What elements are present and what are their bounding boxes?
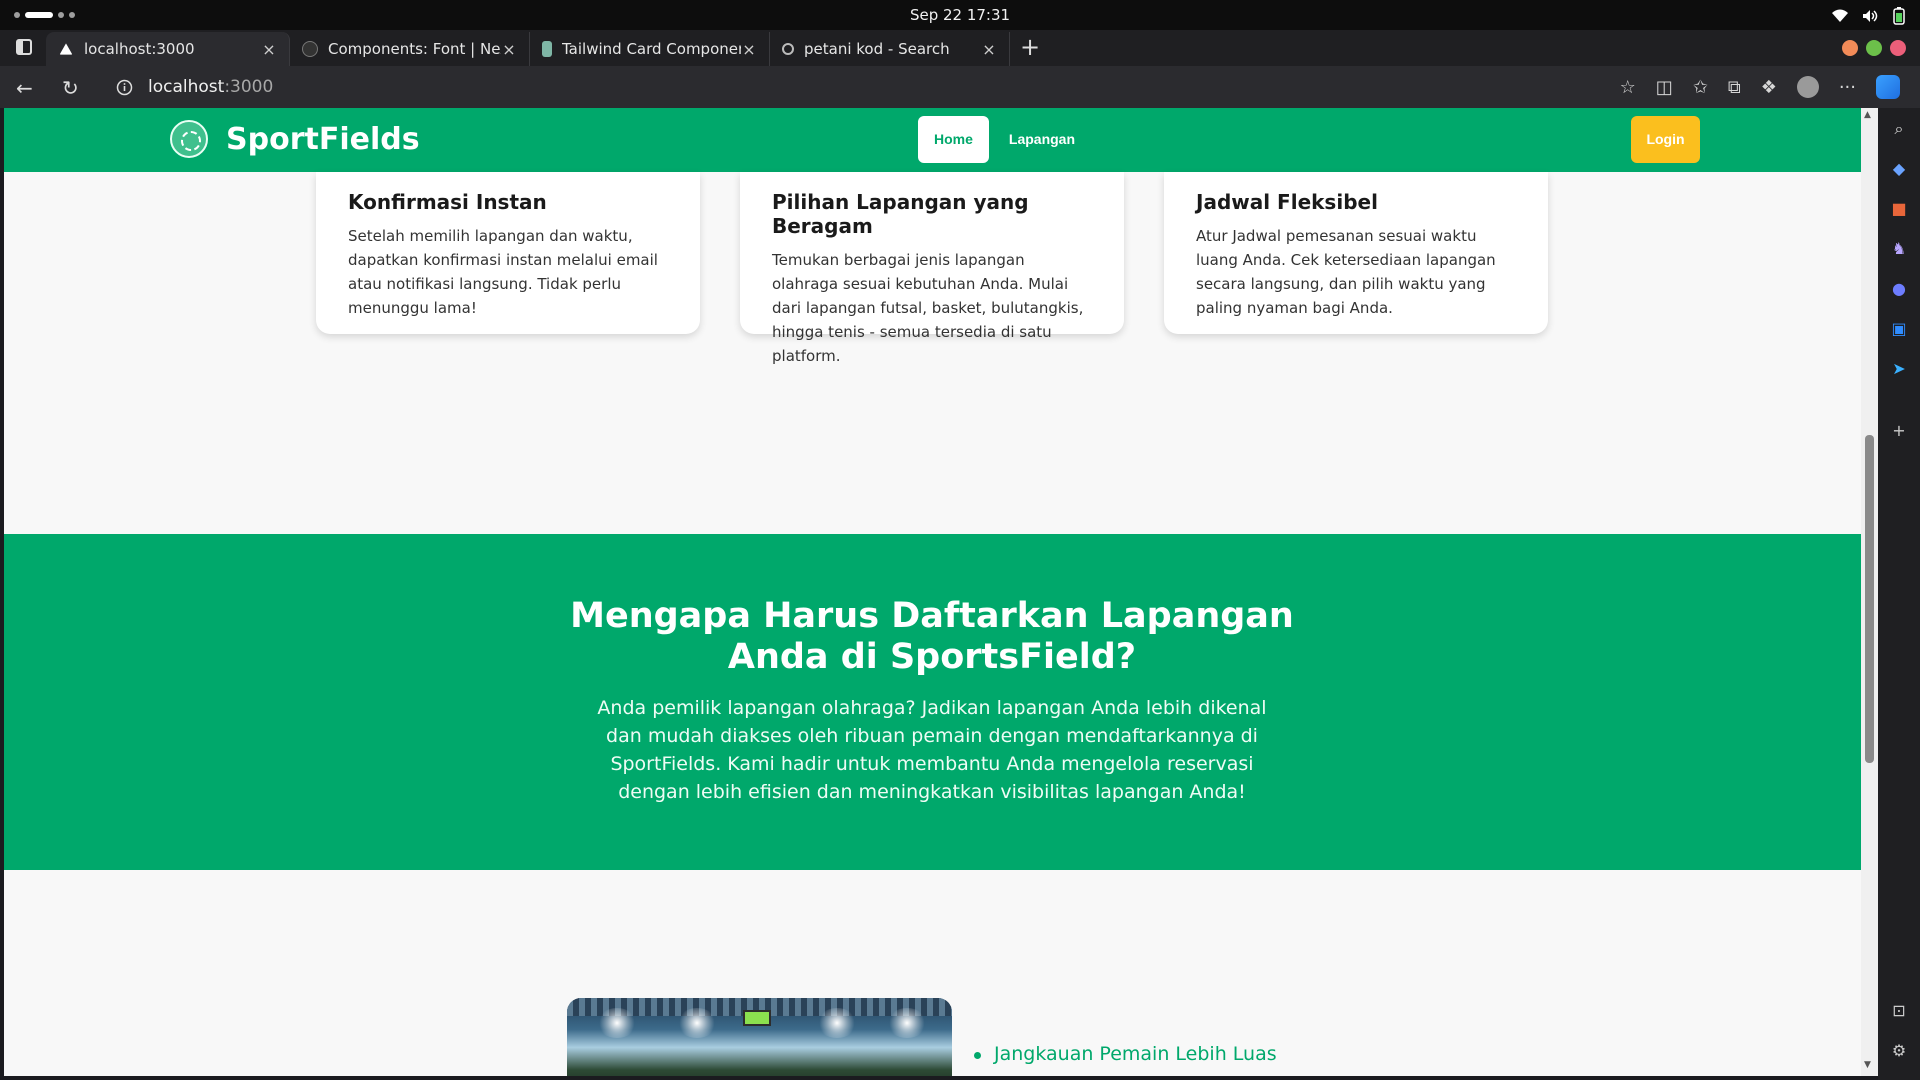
card-title: Konfirmasi Instan — [348, 190, 547, 214]
toolbox-icon[interactable]: ■ — [1888, 198, 1910, 220]
tab-title: petani kod - Search — [804, 40, 950, 58]
nav-link-home[interactable]: Home — [918, 116, 989, 163]
url-field[interactable]: localhost:3000 — [148, 77, 273, 97]
tailwind-favicon-icon — [542, 41, 552, 57]
page-viewport: SportFields Home Lapangan Login Konfirma… — [4, 108, 1861, 1076]
brand-name: SportFields — [226, 121, 420, 157]
section-title: Mengapa Harus Daftarkan Lapangan Anda di… — [570, 596, 1294, 677]
volume-icon — [1863, 10, 1878, 22]
wifi-icon — [1832, 9, 1848, 22]
minimize-button[interactable] — [1842, 40, 1858, 56]
favorites-icon[interactable]: ✩ — [1693, 77, 1708, 98]
copilot-app-icon[interactable]: ● — [1888, 278, 1910, 300]
profile-avatar-icon[interactable] — [1796, 76, 1819, 98]
edge-sidebar: ⌕ ◆ ■ ♞ ● ▣ ➤ + ⊡ ⚙ — [1878, 108, 1920, 1080]
close-tab-icon[interactable]: × — [981, 40, 997, 59]
nav-link-lapangan[interactable]: Lapangan — [995, 116, 1089, 163]
url-port: :3000 — [224, 77, 274, 97]
outlook-icon[interactable]: ▣ — [1888, 318, 1910, 340]
card-title: Pilihan Lapangan yang Beragam — [772, 190, 1029, 238]
games-icon[interactable]: ♞ — [1888, 238, 1910, 260]
more-menu-icon[interactable]: ··· — [1839, 77, 1856, 98]
tab-tailwind-card[interactable]: Tailwind Card Component × — [530, 32, 770, 66]
settings-gear-icon[interactable]: ⚙ — [1888, 1040, 1910, 1062]
scroll-down-icon[interactable]: ▼ — [1864, 1060, 1871, 1070]
screenshot-icon[interactable]: ⊡ — [1888, 1000, 1910, 1022]
card-body: Atur Jadwal pemesanan sesuai waktu luang… — [1196, 227, 1496, 317]
tab-title: Tailwind Card Component — [562, 40, 741, 58]
send-icon[interactable]: ➤ — [1888, 358, 1910, 380]
close-tab-icon[interactable]: × — [501, 40, 517, 59]
list-item: Jangkauan Pemain Lebih Luas — [972, 1043, 1277, 1065]
close-tab-icon[interactable]: × — [261, 40, 277, 59]
new-tab-button[interactable]: + — [1020, 33, 1040, 61]
copilot-icon[interactable] — [1876, 75, 1900, 99]
split-screen-icon[interactable]: ◫ — [1656, 77, 1673, 98]
card-body: Temukan berbagai jenis lapangan olahraga… — [772, 251, 1084, 365]
tab-petani-kod[interactable]: petani kod - Search × — [770, 32, 1010, 66]
login-button[interactable]: Login — [1631, 116, 1700, 163]
address-bar-row: ← ↻ localhost:3000 ☆ ◫ ✩ ⧉ ❖ ··· — [0, 66, 1920, 108]
browser-toolbar: ☆ ◫ ✩ ⧉ ❖ ··· — [1620, 75, 1900, 99]
why-register-section: Mengapa Harus Daftarkan Lapangan Anda di… — [4, 534, 1861, 870]
os-top-bar: Sep 22 17:31 — [0, 0, 1920, 30]
feature-card: Jadwal Fleksibel Atur Jadwal pemesanan s… — [1164, 172, 1548, 334]
scroll-up-icon[interactable]: ▲ — [1864, 110, 1871, 120]
battery-icon — [1893, 7, 1905, 25]
reload-icon[interactable]: ↻ — [62, 76, 79, 100]
site-info-icon[interactable] — [116, 79, 133, 96]
feature-card: Konfirmasi Instan Setelah memilih lapang… — [316, 172, 700, 334]
scrollbar-thumb[interactable] — [1865, 435, 1874, 763]
system-tray[interactable] — [1832, 7, 1906, 25]
tab-title: Components: Font | Next.j — [328, 40, 501, 58]
back-icon[interactable]: ← — [16, 76, 33, 100]
vercel-favicon-icon — [59, 43, 73, 55]
feature-card: Pilihan Lapangan yang Beragam Temukan be… — [740, 172, 1124, 365]
search-favicon-icon — [782, 43, 794, 55]
nextjs-favicon-icon — [302, 41, 318, 57]
extensions-icon[interactable]: ❖ — [1761, 77, 1777, 98]
browser-tab-strip: localhost:3000 × Components: Font | Next… — [0, 30, 1920, 66]
card-title: Jadwal Fleksibel — [1196, 190, 1378, 214]
search-icon[interactable]: ⌕ — [1888, 118, 1910, 140]
tab-nextjs-font[interactable]: Components: Font | Next.j × — [290, 32, 530, 66]
section-body: Anda pemilik lapangan olahraga? Jadikan … — [597, 697, 1267, 803]
brand[interactable]: SportFields — [170, 120, 420, 158]
card-body: Setelah memilih lapangan dan waktu, dapa… — [348, 227, 658, 317]
page-scrollbar[interactable]: ▲ ▼ — [1861, 108, 1878, 1076]
site-navbar: SportFields Home Lapangan Login — [4, 108, 1861, 172]
close-window-button[interactable] — [1890, 40, 1906, 56]
tab-localhost[interactable]: localhost:3000 × — [46, 32, 290, 66]
stadium-image — [567, 998, 952, 1076]
window-controls — [1842, 40, 1906, 56]
maximize-button[interactable] — [1866, 40, 1882, 56]
url-host: localhost — [148, 77, 225, 97]
nav-links: Home Lapangan — [918, 116, 1089, 163]
sidebar-toggle-icon[interactable] — [16, 39, 32, 55]
os-clock[interactable]: Sep 22 17:31 — [0, 6, 1920, 24]
close-tab-icon[interactable]: × — [741, 40, 757, 59]
tag-icon[interactable]: ◆ — [1888, 158, 1910, 180]
tab-title: localhost:3000 — [84, 40, 195, 58]
add-sidebar-icon[interactable]: + — [1888, 420, 1910, 442]
favorite-star-icon[interactable]: ☆ — [1620, 77, 1636, 98]
benefits-list: Jangkauan Pemain Lebih Luas — [972, 1043, 1277, 1065]
sportfields-logo-icon — [170, 120, 208, 158]
collections-icon[interactable]: ⧉ — [1728, 77, 1741, 98]
